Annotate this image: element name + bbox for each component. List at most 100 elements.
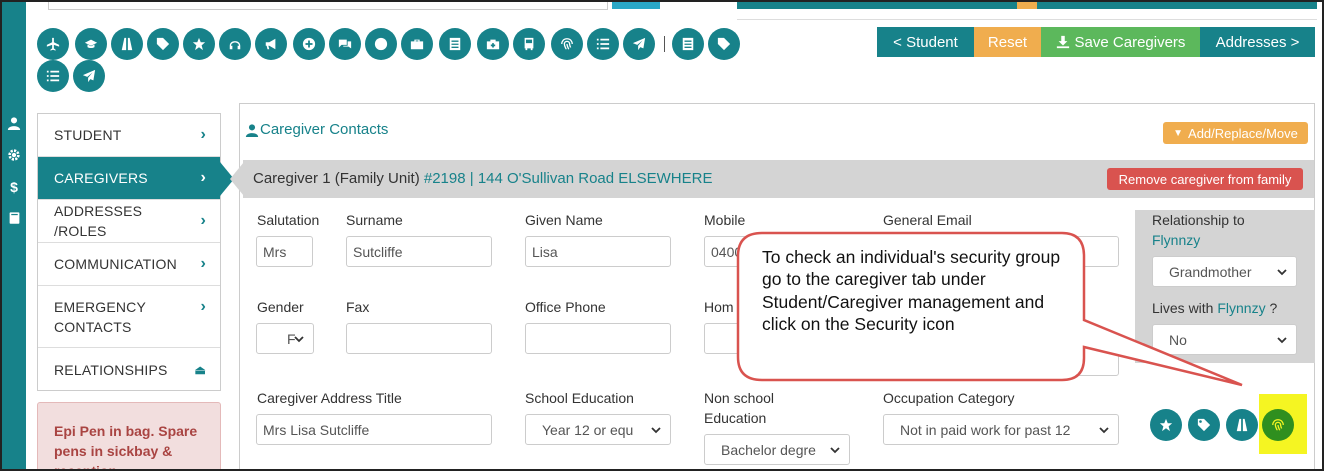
download-icon — [1056, 35, 1069, 49]
salutation-input[interactable]: Mrs — [256, 236, 313, 267]
user-icon — [245, 123, 259, 137]
surname-input[interactable]: Sutcliffe — [346, 236, 492, 267]
nonschool-education-value: Bachelor degre — [721, 441, 816, 458]
chevron-down-icon — [1276, 333, 1288, 345]
sidebar-item-caregivers[interactable]: CAREGIVERS › — [38, 157, 220, 200]
back-to-student-button[interactable]: < Student — [877, 27, 974, 57]
save-caregivers-button[interactable]: Save Caregivers — [1041, 27, 1200, 57]
tags-icon[interactable] — [708, 28, 740, 60]
fax-input[interactable] — [346, 323, 492, 354]
tags-icon[interactable] — [1188, 409, 1220, 441]
star-icon[interactable] — [183, 28, 215, 60]
nonschool-education-select[interactable]: Bachelor degre — [704, 434, 850, 465]
search-field[interactable] — [48, 2, 608, 10]
road-icon[interactable] — [1226, 409, 1258, 441]
chevron-down-icon — [293, 332, 305, 344]
sidebar-item-label: RELATIONSHIPS — [54, 361, 168, 378]
lives-with-select[interactable]: No — [1152, 324, 1297, 355]
side-nav: STUDENT › CAREGIVERS › ADDRESSES /ROLES … — [37, 113, 221, 391]
sidebar-item-label: CAREGIVERS — [54, 170, 148, 186]
search-button[interactable] — [612, 2, 660, 9]
gear-icon[interactable] — [6, 148, 22, 164]
home-phone-label: Hom — [704, 299, 734, 315]
relationship-select[interactable]: Grandmother — [1152, 256, 1297, 287]
lives-with-label: Lives with — [1152, 300, 1214, 316]
chevron-right-icon: › — [200, 298, 206, 315]
comments-icon[interactable] — [329, 28, 361, 60]
list-icon[interactable] — [37, 60, 69, 92]
top-divider — [737, 19, 1317, 20]
caregiver-title: Caregiver 1 (Family Unit) #2198 | 144 O'… — [253, 170, 712, 187]
lives-with-suffix: ? — [1269, 300, 1278, 316]
sidebar-item-label: ADDRESSES /ROLES — [54, 203, 143, 239]
caregiver-header-pointer — [230, 162, 244, 196]
sidebar-item-emergency-contacts[interactable]: EMERGENCY CONTACTS › — [38, 286, 220, 348]
add-replace-move-label: Add/Replace/Move — [1188, 125, 1298, 141]
lives-with-value: No — [1169, 331, 1187, 348]
bus-icon[interactable] — [513, 28, 545, 60]
list-box-icon[interactable] — [672, 28, 704, 60]
dollar-icon[interactable]: $ — [6, 179, 22, 195]
road-icon[interactable] — [111, 28, 143, 60]
family-address-link[interactable]: #2198 | 144 O'Sullivan Road ELSEWHERE — [424, 170, 713, 187]
sidebar-item-relationships[interactable]: RELATIONSHIPS ⏏ — [38, 348, 220, 391]
send-icon[interactable] — [73, 60, 105, 92]
office-phone-input[interactable] — [525, 323, 671, 354]
mobile-label: Mobile — [704, 212, 746, 228]
globe-icon[interactable] — [365, 28, 397, 60]
sidebar-item-label: COMMUNICATION — [54, 256, 177, 272]
school-education-select[interactable]: Year 12 or equ — [525, 414, 671, 445]
medical-alert: Epi Pen in bag. Spare pens in sickbay & … — [37, 402, 221, 469]
send-icon[interactable] — [623, 28, 655, 60]
occupation-category-select[interactable]: Not in paid work for past 12 — [883, 414, 1119, 445]
sidebar-item-communication[interactable]: COMMUNICATION › — [38, 243, 220, 286]
address-title-input[interactable]: Mrs Lisa Sutcliffe — [256, 414, 492, 445]
book-icon[interactable] — [6, 211, 22, 227]
remove-caregiver-button[interactable]: Remove caregiver from family — [1107, 168, 1303, 190]
security-fingerprint-icon[interactable] — [1262, 409, 1294, 441]
lives-with-label-row: Lives with Flynnzy ? — [1152, 298, 1277, 318]
salutation-label: Salutation — [257, 212, 320, 228]
plus-circle-icon[interactable] — [293, 28, 325, 60]
sidebar-item-student[interactable]: STUDENT › — [38, 114, 220, 157]
app-window: $ < Student Reset Save Caregivers Addres… — [0, 0, 1324, 471]
relationship-student-link[interactable]: Flynnzy — [1152, 230, 1200, 250]
sidebar-item-addresses-roles[interactable]: ADDRESSES /ROLES › — [38, 200, 220, 243]
star-icon[interactable] — [1150, 409, 1182, 441]
gender-select[interactable]: F — [256, 323, 314, 354]
headphones-icon[interactable] — [219, 28, 251, 60]
bullhorn-icon[interactable] — [255, 28, 287, 60]
relationship-label: Relationship to — [1152, 212, 1245, 228]
tag-icon[interactable] — [147, 28, 179, 60]
work-email-input[interactable] — [883, 345, 1119, 376]
fingerprint-icon[interactable] — [551, 28, 583, 60]
lives-with-student-link[interactable]: Flynnzy — [1217, 300, 1265, 316]
chevron-right-icon: › — [200, 255, 206, 272]
chevron-down-icon — [650, 423, 662, 435]
plane-icon[interactable] — [37, 28, 69, 60]
list-box-icon[interactable] — [439, 28, 471, 60]
graduation-cap-icon[interactable] — [75, 28, 107, 60]
panel-title: Caregiver Contacts — [245, 121, 388, 138]
general-email-label: General Email — [883, 212, 972, 228]
list-icon[interactable] — [587, 28, 619, 60]
top-tab-accent — [1017, 2, 1037, 9]
gender-label: Gender — [257, 299, 304, 315]
user-icon[interactable] — [6, 116, 22, 132]
addresses-button[interactable]: Addresses > — [1200, 27, 1315, 57]
chevron-down-icon — [1276, 265, 1288, 277]
given-name-label: Given Name — [525, 212, 603, 228]
medkit-icon[interactable] — [477, 28, 509, 60]
office-phone-label: Office Phone — [525, 299, 606, 315]
school-education-value: Year 12 or equ — [542, 421, 634, 438]
reset-button[interactable]: Reset — [974, 27, 1041, 57]
briefcase-icon[interactable] — [401, 28, 433, 60]
chevron-down-icon — [829, 443, 841, 455]
left-rail: $ — [2, 2, 26, 469]
sidebar-item-label: EMERGENCY CONTACTS — [54, 298, 146, 335]
add-replace-move-button[interactable]: ▼ Add/Replace/Move — [1163, 122, 1308, 144]
occupation-category-label: Occupation Category — [883, 390, 1015, 406]
chevron-right-icon: › — [200, 212, 206, 229]
given-name-input[interactable]: Lisa — [525, 236, 671, 267]
relationship-value: Grandmother — [1169, 263, 1252, 280]
